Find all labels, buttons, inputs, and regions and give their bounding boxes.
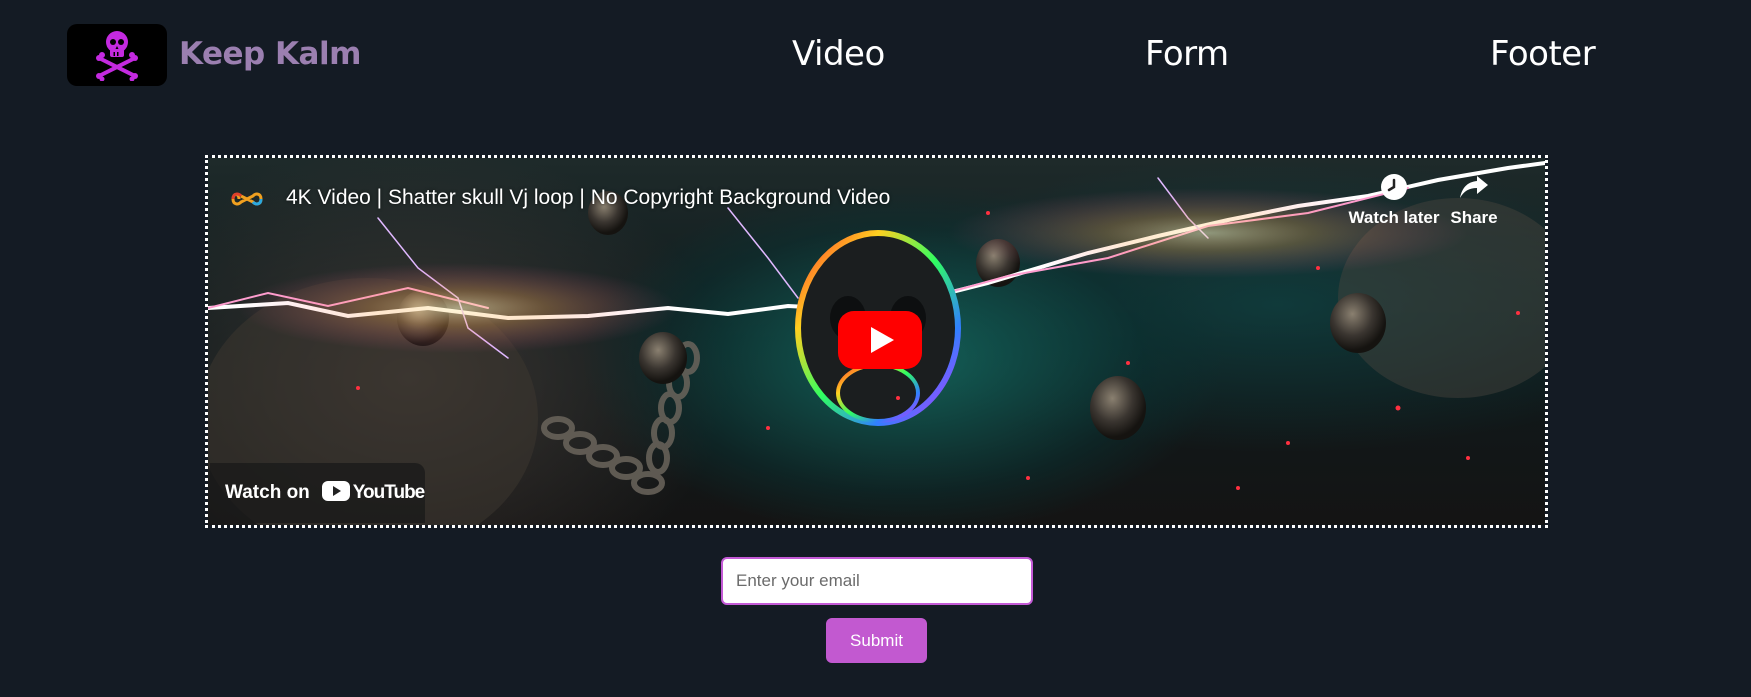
youtube-wordmark: YouTube: [352, 482, 425, 503]
watch-later-button[interactable]: Watch later: [1346, 173, 1442, 228]
share-label: Share: [1450, 208, 1498, 227]
site-header: Keep Kalm Video Form Footer: [0, 0, 1751, 110]
watch-later-label: Watch later: [1348, 208, 1440, 227]
clock-icon: [1380, 173, 1408, 206]
nav-link-footer[interactable]: Footer: [1490, 34, 1596, 74]
share-button[interactable]: Share: [1444, 174, 1504, 228]
youtube-logo: YouTube: [321, 480, 425, 506]
youtube-embed[interactable]: 4K Video | Shatter skull Vj loop | No Co…: [205, 155, 1548, 528]
infinity-logo-icon: [230, 189, 264, 213]
nav-link-form[interactable]: Form: [1145, 34, 1229, 74]
channel-avatar[interactable]: [230, 184, 264, 218]
brand-name: Keep Kalm: [179, 36, 361, 72]
nav-link-video[interactable]: Video: [792, 34, 885, 74]
submit-button[interactable]: Submit: [826, 618, 927, 663]
youtube-logo-icon: [321, 480, 350, 506]
watch-on-label: Watch on: [225, 482, 310, 503]
play-button[interactable]: [838, 311, 922, 373]
email-input[interactable]: [721, 557, 1033, 605]
watch-on-youtube-link[interactable]: Watch on YouTube: [210, 463, 425, 523]
youtube-play-icon: [838, 311, 922, 373]
skull-crossbones-icon: [89, 25, 145, 85]
share-arrow-icon: [1459, 174, 1489, 205]
video-title[interactable]: 4K Video | Shatter skull Vj loop | No Co…: [286, 186, 890, 210]
logo[interactable]: [67, 24, 167, 86]
